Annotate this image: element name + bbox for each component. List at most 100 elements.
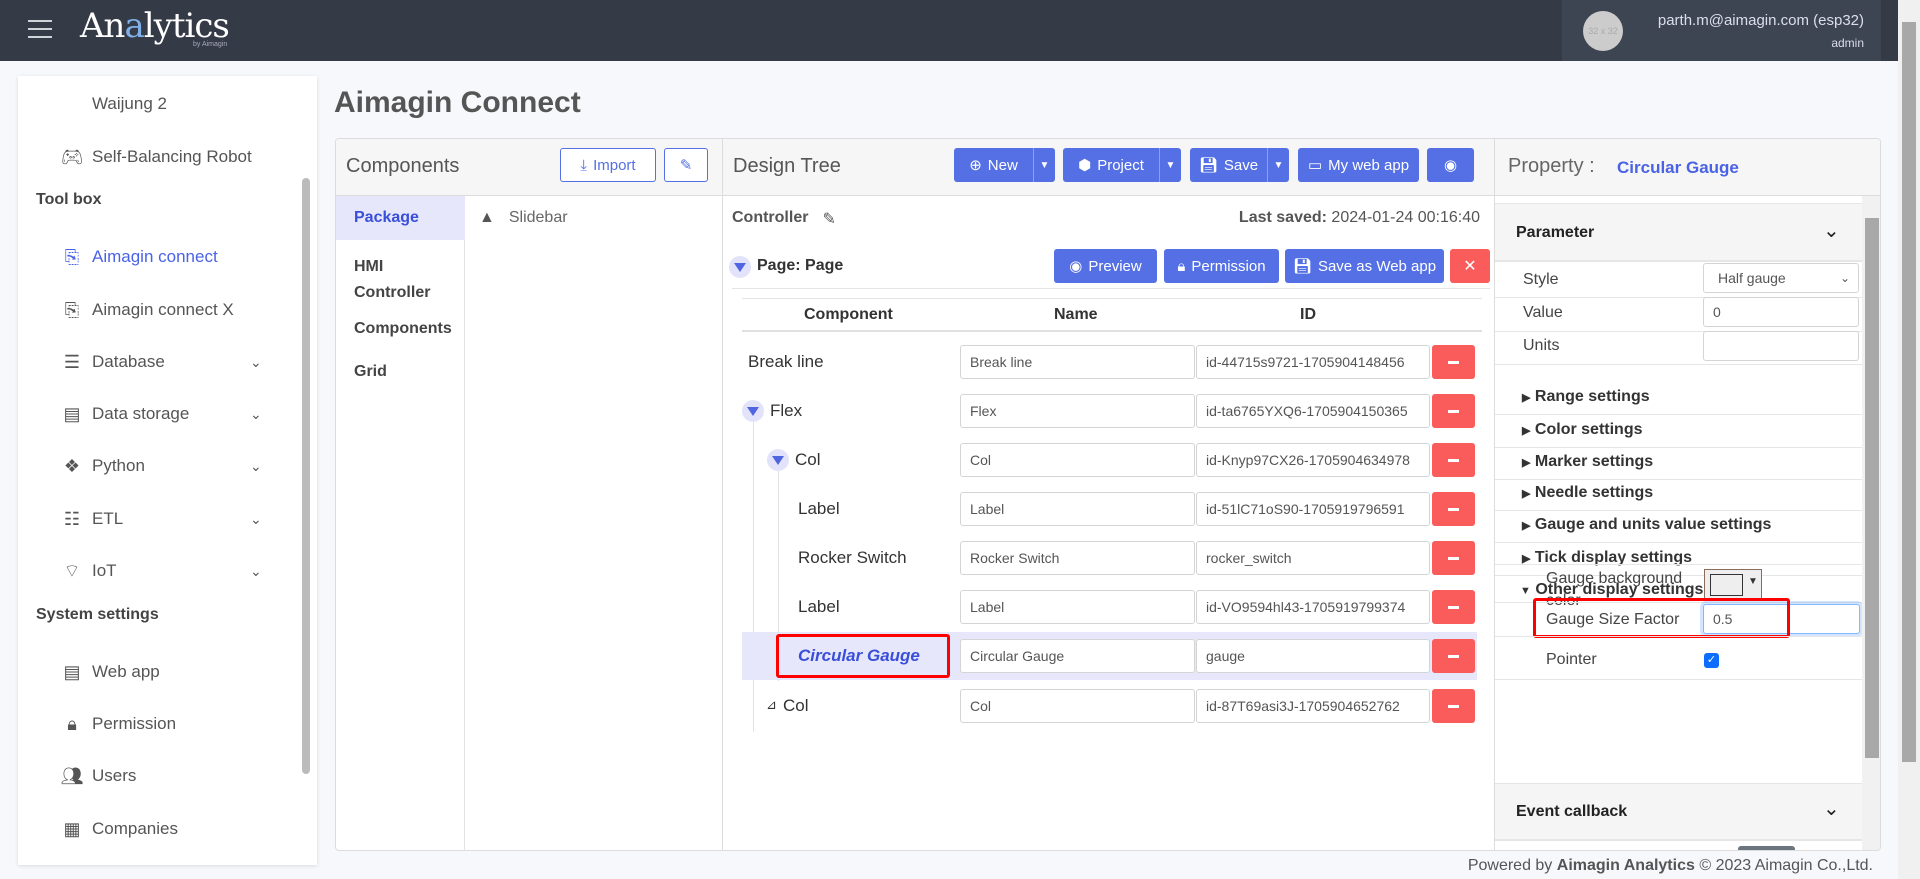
event-callback-section-header[interactable]: Event callback ⌄: [1495, 783, 1862, 841]
page-collapse-toggle[interactable]: [729, 256, 751, 278]
sidebar-item-companies[interactable]: ▦ Companies: [18, 809, 308, 849]
pencil-icon[interactable]: ✎: [822, 209, 835, 229]
edit-icon: ✎: [679, 157, 693, 174]
new-dropdown-toggle[interactable]: ▼: [1033, 148, 1055, 182]
tab-package[interactable]: Package: [354, 209, 419, 227]
page-scrollbar[interactable]: [1898, 0, 1920, 879]
remove-component-button[interactable]: [1432, 689, 1475, 723]
sidebar-item-permission[interactable]: 🔒︎ Permission: [18, 704, 308, 744]
tab-grid[interactable]: Grid: [354, 363, 387, 381]
property-scrollbar[interactable]: [1862, 196, 1880, 850]
save-dropdown-toggle[interactable]: ▼: [1267, 148, 1289, 182]
parameter-section-header[interactable]: Parameter ⌄: [1495, 203, 1862, 262]
remove-component-button[interactable]: [1432, 639, 1475, 673]
section-gauge-and-units-value-settings[interactable]: ▶ Gauge and units value settings: [1522, 516, 1771, 534]
permission-button[interactable]: 🔒︎ Permission: [1164, 249, 1279, 283]
avatar[interactable]: 32 x 32: [1583, 11, 1623, 51]
value-input[interactable]: 0: [1703, 297, 1859, 327]
components-header: Components ⤓ Import ✎: [336, 139, 723, 196]
preview-eye-button[interactable]: ◉: [1427, 148, 1474, 182]
expand-toggle[interactable]: [742, 400, 764, 422]
column-name: Name: [1054, 306, 1098, 323]
tree-line: [753, 422, 754, 732]
save-as-web-app-button[interactable]: 💾︎ Save as Web app: [1285, 249, 1444, 283]
tree-component-label[interactable]: Label: [798, 597, 840, 617]
color-swatch: [1710, 574, 1743, 596]
chevron-down-icon: ⌄: [250, 562, 262, 579]
component-id-input[interactable]: gauge: [1196, 639, 1430, 673]
delete-page-button[interactable]: ✕: [1450, 249, 1490, 283]
menu-hamburger-icon[interactable]: [28, 20, 52, 40]
import-button[interactable]: ⤓ Import: [560, 148, 656, 182]
sidebar-item-aimagin-connect[interactable]: ⎘ Aimagin connect: [18, 237, 308, 277]
section-needle-settings[interactable]: ▶ Needle settings: [1522, 484, 1653, 502]
my-web-app-button[interactable]: ▭ My web app: [1298, 148, 1419, 182]
section-color-settings[interactable]: ▶ Color settings: [1522, 421, 1642, 439]
permission-label: Permission: [1191, 257, 1266, 275]
component-name-input[interactable]: Label: [960, 492, 1195, 526]
sidebar-item-data-storage[interactable]: ▤ Data storage ⌄: [18, 394, 308, 434]
tree-component-label[interactable]: Label: [798, 499, 840, 519]
component-id-input[interactable]: id-87T69asi3J-1705904652762: [1196, 689, 1430, 723]
expand-toggle[interactable]: [767, 449, 789, 471]
component-id-input[interactable]: id-44715s9721-1705904148456: [1196, 345, 1430, 379]
component-name-input[interactable]: Rocker Switch: [960, 541, 1195, 575]
component-id-input[interactable]: id-51lC71oS90-1705919796591: [1196, 492, 1430, 526]
tree-component-label[interactable]: Flex: [770, 401, 802, 421]
remove-component-button[interactable]: [1432, 394, 1475, 428]
tab-components[interactable]: Components: [354, 320, 452, 338]
component-name-input[interactable]: Label: [960, 590, 1195, 624]
project-button[interactable]: ⬢ Project: [1063, 148, 1159, 182]
sidebar-item-self-balancing-robot[interactable]: 🎮︎ Self-Balancing Robot: [18, 137, 308, 177]
sidebar-item-waijung-2[interactable]: Waijung 2: [18, 84, 308, 124]
collapse-toggle[interactable]: ⊿: [766, 697, 777, 713]
gauge-bg-color-picker[interactable]: ▼: [1704, 569, 1762, 600]
tree-component-label[interactable]: Break line: [748, 352, 824, 372]
units-input[interactable]: [1703, 331, 1859, 361]
component-name-input[interactable]: Flex: [960, 394, 1195, 428]
component-name-input[interactable]: Col: [960, 443, 1195, 477]
sidebar-item-web-app[interactable]: ▤ Web app: [18, 652, 308, 692]
component-item-slidebar[interactable]: ▲ Slidebar: [479, 209, 568, 227]
component-id-input[interactable]: id-Knyp97CX26-1705904634978: [1196, 443, 1430, 477]
remove-component-button[interactable]: [1432, 492, 1475, 526]
sidebar-item-database[interactable]: ☰ Database ⌄: [18, 342, 308, 382]
component-id-input[interactable]: id-VO9594hl43-1705919799374: [1196, 590, 1430, 624]
divider: [732, 288, 1490, 289]
tree-component-label[interactable]: Rocker Switch: [798, 548, 907, 568]
tab-hmi-controller[interactable]: HMI Controller: [354, 254, 444, 306]
caret-right-icon: ▶: [1522, 488, 1531, 500]
component-name-input[interactable]: Break line: [960, 345, 1195, 379]
remove-component-button[interactable]: [1432, 541, 1475, 575]
tree-component-label[interactable]: Col: [795, 450, 821, 470]
system-heading: System settings: [36, 606, 159, 623]
section-marker-settings[interactable]: ▶ Marker settings: [1522, 453, 1653, 471]
preview-button[interactable]: ◉ Preview: [1054, 249, 1157, 283]
sidebar-item-iot[interactable]: ⌔ IoT ⌄: [18, 551, 308, 591]
sidebar-item-users[interactable]: 👥︎ Users: [18, 756, 308, 796]
style-label: Style: [1523, 271, 1559, 288]
project-dropdown-toggle[interactable]: ▼: [1159, 148, 1181, 182]
component-id-input[interactable]: id-ta6765YXQ6-1705904150365: [1196, 394, 1430, 428]
editor-card: Components ⤓ Import ✎ Package HMI Control…: [335, 138, 1881, 851]
sidebar-item-aimagin-connect-x[interactable]: ⎘ Aimagin connect X: [18, 290, 308, 330]
tree-component-label[interactable]: Col: [783, 696, 809, 716]
new-button[interactable]: ⊕ New: [954, 148, 1033, 182]
pointer-checkbox[interactable]: ✓: [1704, 653, 1719, 668]
edit-button[interactable]: ✎: [664, 148, 708, 182]
component-name-input[interactable]: Circular Gauge: [960, 639, 1195, 673]
remove-component-button[interactable]: [1432, 345, 1475, 379]
remove-component-button[interactable]: [1432, 590, 1475, 624]
remove-component-button[interactable]: [1432, 443, 1475, 477]
users-icon: 👥︎: [60, 765, 84, 786]
style-select[interactable]: Half gauge ⌄: [1703, 263, 1859, 293]
partial-button[interactable]: [1738, 846, 1795, 850]
component-id-input[interactable]: rocker_switch: [1196, 541, 1430, 575]
sidebar-scrollbar[interactable]: [302, 178, 310, 774]
sidebar-item-python[interactable]: ❖ Python ⌄: [18, 446, 308, 486]
save-button[interactable]: 💾︎ Save: [1190, 148, 1267, 182]
app-logo[interactable]: Analytics: [80, 6, 230, 46]
component-name-input[interactable]: Col: [960, 689, 1195, 723]
sidebar-item-etl[interactable]: ☷ ETL ⌄: [18, 499, 308, 539]
section-range-settings[interactable]: ▶ Range settings: [1522, 388, 1650, 406]
